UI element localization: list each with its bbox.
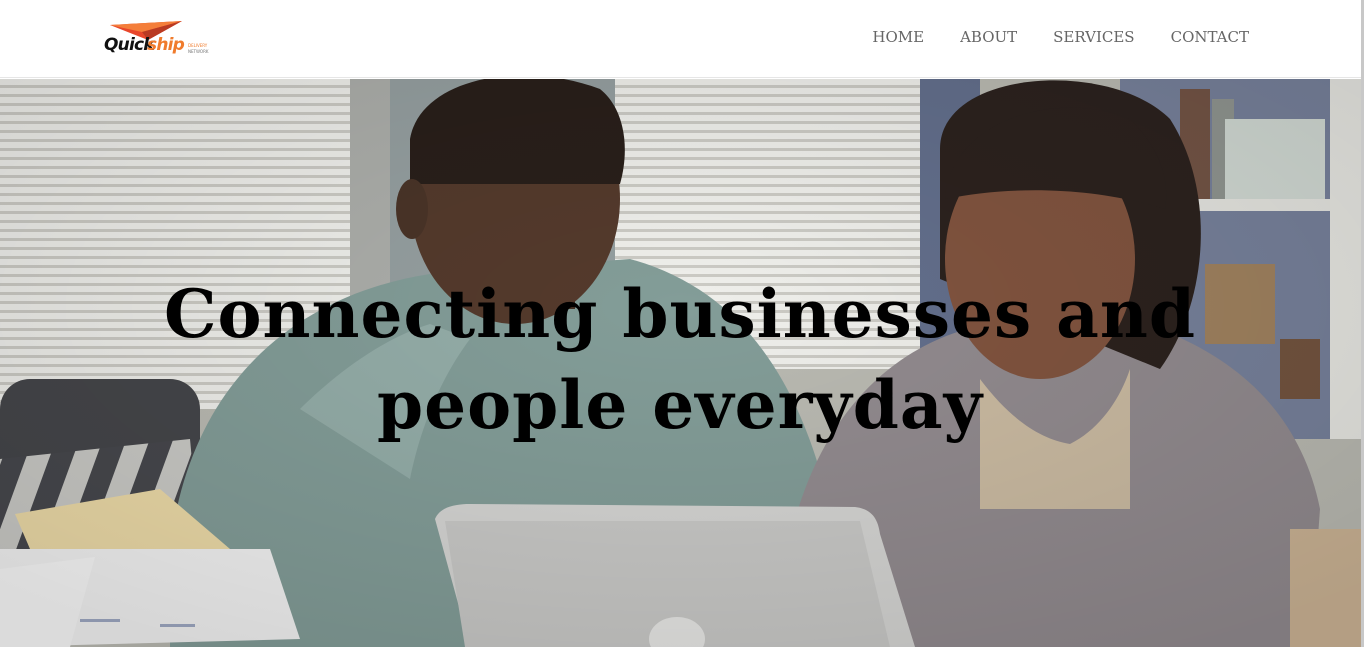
site-header: Quick ship Delivery Network HOME ABOUT S… <box>0 0 1364 78</box>
nav-about[interactable]: ABOUT <box>960 28 1017 46</box>
nav-services[interactable]: SERVICES <box>1053 28 1134 46</box>
nav-contact[interactable]: CONTACT <box>1171 28 1249 46</box>
logo-text-ship: ship <box>147 35 185 55</box>
hero-headline: Connecting businesses and people everyda… <box>163 275 1197 444</box>
nav-home[interactable]: HOME <box>872 28 924 46</box>
main-navigation: HOME ABOUT SERVICES CONTACT <box>836 28 1249 46</box>
quickship-logo[interactable]: Quick ship Delivery Network <box>104 18 224 66</box>
hero-section: Connecting businesses and people everyda… <box>0 79 1361 647</box>
logo-tagline-line2: Network <box>188 49 209 54</box>
logo-tagline: Delivery Network <box>188 43 222 55</box>
